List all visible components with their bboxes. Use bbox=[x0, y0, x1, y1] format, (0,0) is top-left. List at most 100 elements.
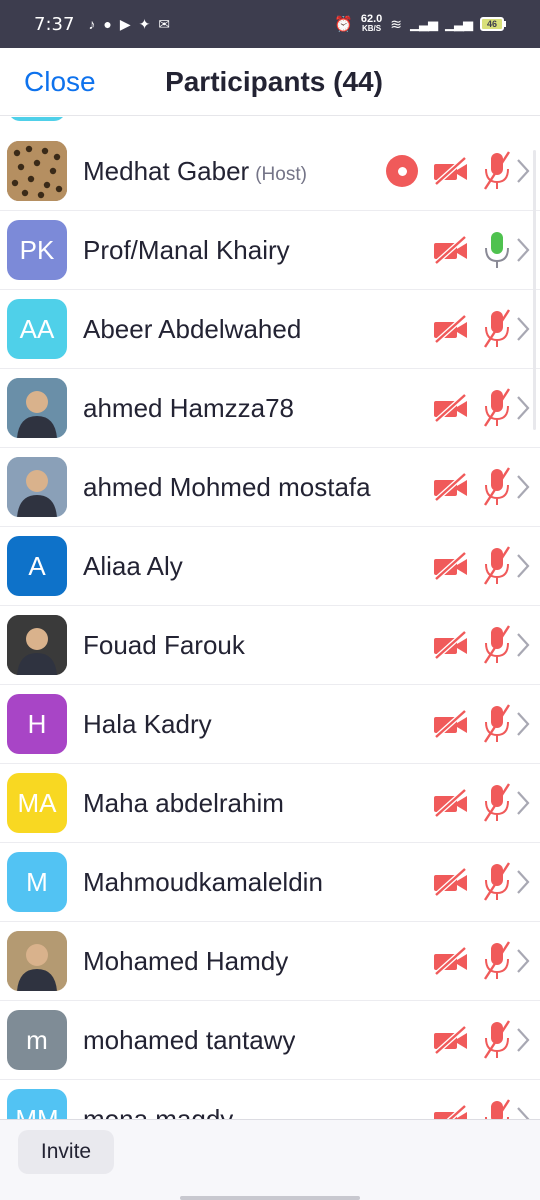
chevron-right-icon[interactable] bbox=[514, 946, 532, 976]
participant-row[interactable]: H Hala Kadry bbox=[0, 685, 540, 764]
avatar: H bbox=[7, 694, 67, 754]
avatar: MA bbox=[7, 773, 67, 833]
participant-row[interactable]: Medhat Gaber (Host) bbox=[0, 132, 540, 211]
video-off-icon bbox=[432, 787, 470, 819]
mic-muted-icon bbox=[480, 1018, 514, 1062]
chevron-right-icon[interactable] bbox=[514, 235, 532, 265]
video-off-icon bbox=[432, 945, 470, 977]
chevron-right-icon[interactable] bbox=[514, 551, 532, 581]
chevron-right-icon[interactable] bbox=[514, 788, 532, 818]
participant-row[interactable]: PK Prof/Manal Khairy bbox=[0, 211, 540, 290]
participant-row[interactable]: MM mona magdy bbox=[0, 1080, 540, 1119]
participant-row[interactable]: Fouad Farouk bbox=[0, 606, 540, 685]
recording-icon bbox=[386, 155, 418, 187]
participant-name: Abeer Abdelwahed bbox=[83, 313, 302, 344]
chevron-right-icon[interactable] bbox=[514, 630, 532, 660]
avatar: A bbox=[7, 536, 67, 596]
avatar bbox=[7, 615, 67, 675]
mic-muted-icon bbox=[480, 702, 514, 746]
facebook-icon: ● bbox=[103, 16, 112, 32]
avatar bbox=[7, 931, 67, 991]
participant-name: Prof/Manal Khairy bbox=[83, 234, 290, 265]
participant-row[interactable]: AA Abeer Abdelwahed bbox=[0, 290, 540, 369]
avatar bbox=[7, 141, 67, 201]
participant-name: ahmed Hamzza78 bbox=[83, 392, 294, 423]
video-off-icon bbox=[432, 313, 470, 345]
net-speed: 62.0 KB/S bbox=[360, 13, 383, 34]
participant-row[interactable]: ahmed Mohmed mostafa bbox=[0, 448, 540, 527]
mic-muted-icon bbox=[480, 149, 514, 193]
mic-muted-icon bbox=[480, 939, 514, 983]
mic-muted-icon bbox=[480, 623, 514, 667]
home-indicator bbox=[180, 1196, 360, 1200]
chevron-right-icon[interactable] bbox=[514, 156, 532, 186]
participant-row[interactable]: ahmed Hamzza78 bbox=[0, 369, 540, 448]
participant-row[interactable]: A Aliaa Aly bbox=[0, 527, 540, 606]
avatar: M bbox=[7, 852, 67, 912]
participant-row[interactable]: Mohamed Hamdy bbox=[0, 922, 540, 1001]
participants-rows: Medhat Gaber (Host) PK Prof/Manal Khairy AA A… bbox=[0, 132, 540, 1119]
host-tag: (Host) bbox=[255, 163, 307, 185]
video-off-icon bbox=[432, 708, 470, 740]
tiktok-icon: ♪ bbox=[88, 16, 96, 32]
twitter-icon: ✦ bbox=[138, 15, 151, 32]
participant-name: mohamed tantawy bbox=[83, 1024, 296, 1055]
mic-muted-icon bbox=[480, 544, 514, 588]
participant-name: ahmed Mohmed mostafa bbox=[83, 471, 371, 502]
mic-muted-icon bbox=[480, 781, 514, 825]
avatar: m bbox=[7, 1010, 67, 1070]
avatar: AA bbox=[7, 299, 67, 359]
participant-row[interactable]: MA Maha abdelrahim bbox=[0, 764, 540, 843]
wifi-icon: ≋ bbox=[390, 15, 402, 32]
page-title: Participants (44) bbox=[165, 66, 383, 97]
system-icons: ⏰ 62.0 KB/S ≋ ▁▃▅ ▁▃▅ 46 bbox=[334, 13, 506, 34]
battery-icon: 46 bbox=[480, 17, 506, 31]
chevron-right-icon[interactable] bbox=[514, 1104, 532, 1119]
signal-icon: ▁▃▅ bbox=[410, 16, 438, 31]
alarm-icon: ⏰ bbox=[334, 16, 353, 33]
chevron-right-icon[interactable] bbox=[514, 472, 532, 502]
chevron-right-icon[interactable] bbox=[514, 314, 532, 344]
participant-name: Mahmoudkamaleldin bbox=[83, 866, 323, 897]
chevron-right-icon[interactable] bbox=[514, 709, 532, 739]
video-off-icon bbox=[432, 392, 470, 424]
video-off-icon bbox=[432, 1103, 470, 1119]
chevron-right-icon[interactable] bbox=[514, 867, 532, 897]
video-off-icon bbox=[432, 234, 470, 266]
bottom-bar: Invite bbox=[0, 1119, 540, 1200]
video-off-icon bbox=[432, 155, 470, 187]
video-off-icon bbox=[432, 1024, 470, 1056]
mic-on-icon bbox=[480, 228, 514, 272]
invite-button[interactable]: Invite bbox=[18, 1130, 114, 1174]
status-time: 7:37 bbox=[34, 13, 75, 35]
mic-muted-icon bbox=[480, 386, 514, 430]
participant-name: Medhat Gaber (Host) bbox=[83, 155, 307, 186]
status-bar: 7:37 ♪ ● ▶ ✦ ✉ ⏰ 62.0 KB/S ≋ ▁▃▅ ▁▃▅ 46 bbox=[0, 0, 540, 48]
video-off-icon bbox=[432, 550, 470, 582]
avatar: PK bbox=[7, 220, 67, 280]
gmail-icon: ✉ bbox=[158, 15, 171, 32]
avatar bbox=[7, 378, 67, 438]
participant-name: mona magdy bbox=[83, 1103, 234, 1120]
mic-muted-icon bbox=[480, 465, 514, 509]
video-off-icon bbox=[432, 866, 470, 898]
avatar bbox=[8, 117, 66, 121]
video-off-icon bbox=[432, 471, 470, 503]
scrollbar[interactable] bbox=[533, 150, 536, 430]
header: Close Participants (44) bbox=[0, 48, 540, 116]
mic-muted-icon bbox=[480, 860, 514, 904]
participant-name: Aliaa Aly bbox=[83, 550, 183, 581]
mic-muted-icon bbox=[480, 1097, 514, 1119]
signal-icon: ▁▃▅ bbox=[445, 16, 473, 31]
mic-muted-icon bbox=[480, 307, 514, 351]
participant-row[interactable]: m mohamed tantawy bbox=[0, 1001, 540, 1080]
participants-list[interactable]: Medhat Gaber (Host) PK Prof/Manal Khairy AA A… bbox=[0, 117, 540, 1119]
participant-name: Maha abdelrahim bbox=[83, 787, 284, 818]
participant-row[interactable]: M Mahmoudkamaleldin bbox=[0, 843, 540, 922]
participant-name: Fouad Farouk bbox=[83, 629, 245, 660]
chevron-right-icon[interactable] bbox=[514, 393, 532, 423]
avatar: MM bbox=[7, 1089, 67, 1119]
chevron-right-icon[interactable] bbox=[514, 1025, 532, 1055]
participant-name: Mohamed Hamdy bbox=[83, 945, 289, 976]
video-off-icon bbox=[432, 629, 470, 661]
